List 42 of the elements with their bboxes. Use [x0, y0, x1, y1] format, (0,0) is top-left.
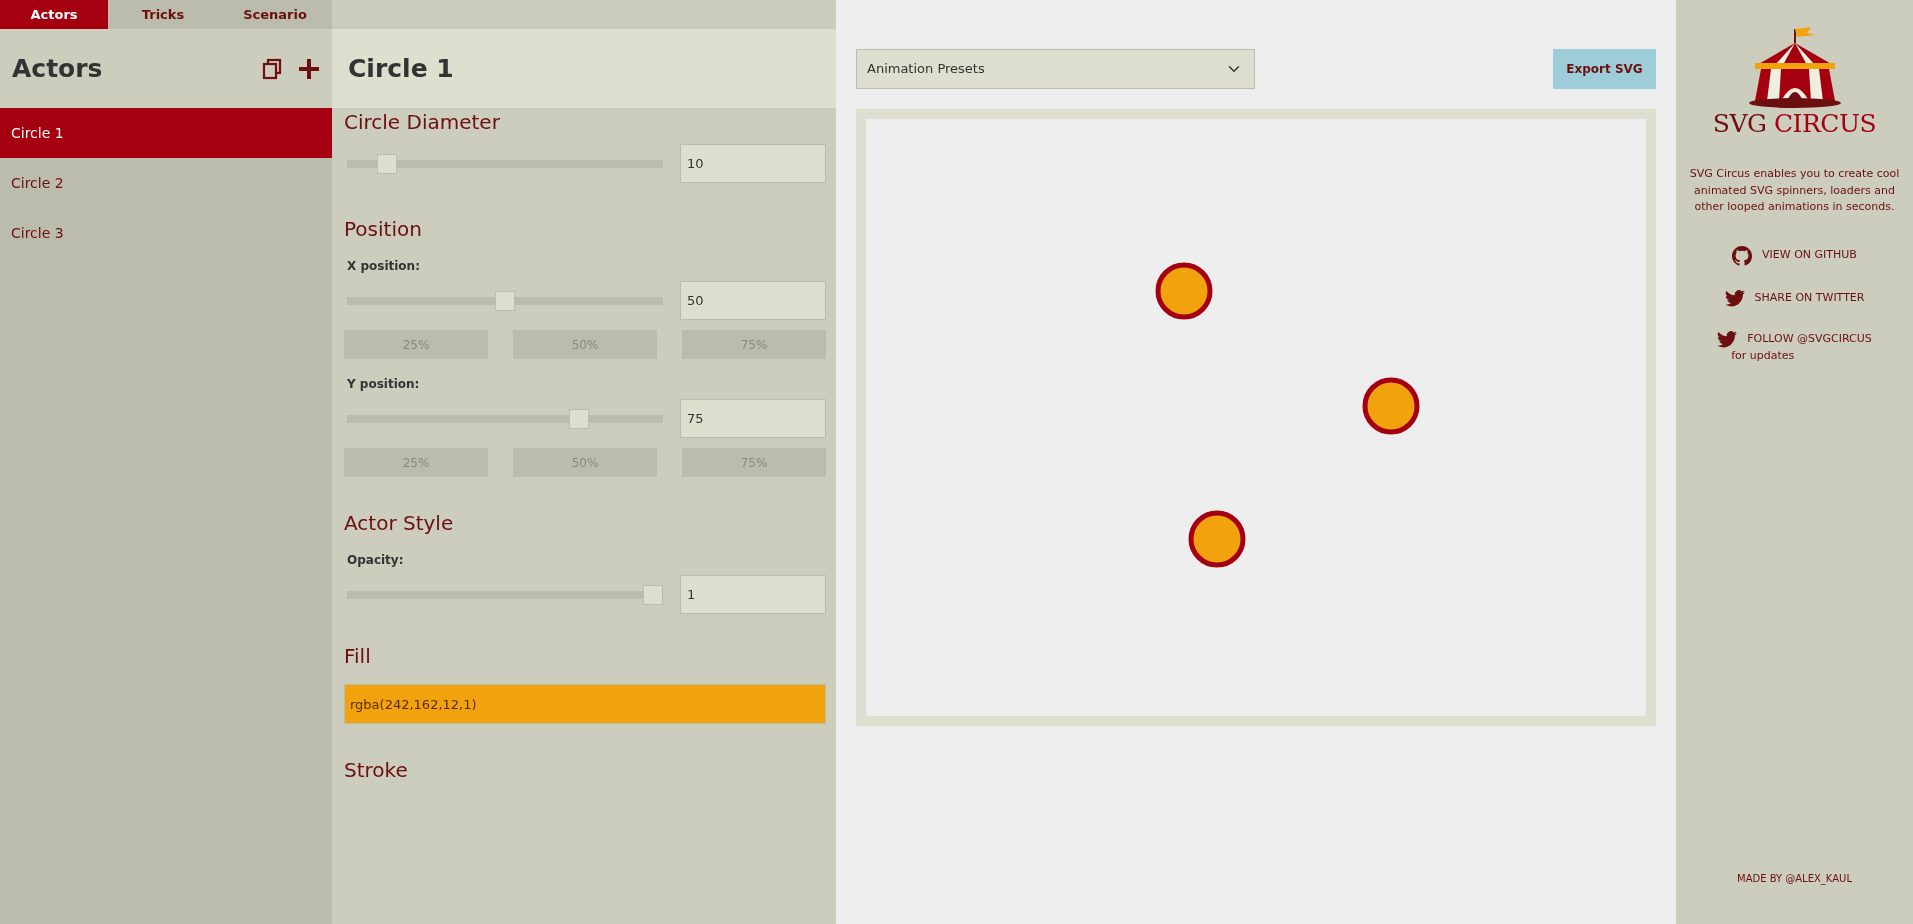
sidebar-item[interactable]: Circle 1 — [0, 108, 332, 158]
bird-icon — [1717, 330, 1738, 348]
color-field[interactable]: rgba(242,162,12,1) — [344, 684, 826, 724]
section-heading: Fill — [344, 644, 372, 668]
link-note: for updates — [1731, 347, 1796, 364]
preset-select[interactable]: Animation Presets — [856, 49, 1255, 89]
tab[interactable]: Scenario — [218, 0, 332, 29]
slider-thumb[interactable] — [643, 584, 663, 605]
tab[interactable]: Tricks — [108, 0, 218, 29]
description-text: SVG Circus enables you to create cool animated SVG spinners, loaders and other looped animations in seconds. — [1688, 166, 1901, 215]
tab[interactable]: Actors — [0, 0, 108, 29]
section-heading: Circle Diameter — [344, 110, 501, 134]
slider-thumb[interactable] — [376, 153, 397, 174]
section-heading: Stroke — [344, 758, 409, 782]
section-heading: Actor Style — [344, 511, 455, 535]
slider-thumb[interactable] — [569, 408, 589, 429]
panel-title: Circle 1 — [348, 53, 454, 84]
external-link[interactable]: VIEW ON GITHUB — [1732, 245, 1857, 266]
section-heading: Position — [344, 217, 423, 241]
field-label: Opacity: — [347, 552, 405, 569]
field-label: X position: — [347, 258, 421, 275]
external-link[interactable]: SHARE ON TWITTER — [1724, 289, 1865, 307]
sidebar-title: Actors — [12, 53, 103, 84]
duplicate-icon[interactable] — [262, 57, 282, 80]
value-field[interactable]: 10 — [680, 144, 826, 183]
field-label: Y position: — [347, 376, 421, 393]
add-icon[interactable] — [298, 57, 320, 80]
sidebar-item[interactable]: Circle 2 — [0, 158, 332, 208]
circle-shape — [1188, 510, 1246, 568]
circle-shape — [1155, 262, 1213, 320]
slider-thumb[interactable] — [495, 290, 515, 311]
sidebar-item[interactable]: Circle 3 — [0, 208, 332, 258]
credit-text: MADE BY @ALEX_KAUL — [1737, 872, 1852, 886]
logo-text: SVG CIRCUS — [1712, 111, 1877, 136]
github-icon — [1732, 245, 1753, 266]
bird-icon — [1724, 289, 1745, 307]
circle-shape — [1362, 377, 1420, 435]
export-button[interactable]: Export SVG — [1553, 49, 1656, 89]
external-link[interactable]: FOLLOW @SVGCIRCUS — [1717, 330, 1872, 348]
value-field[interactable]: 75 — [680, 399, 826, 438]
value-field[interactable]: 50 — [680, 281, 826, 320]
value-field[interactable]: 1 — [680, 575, 826, 614]
